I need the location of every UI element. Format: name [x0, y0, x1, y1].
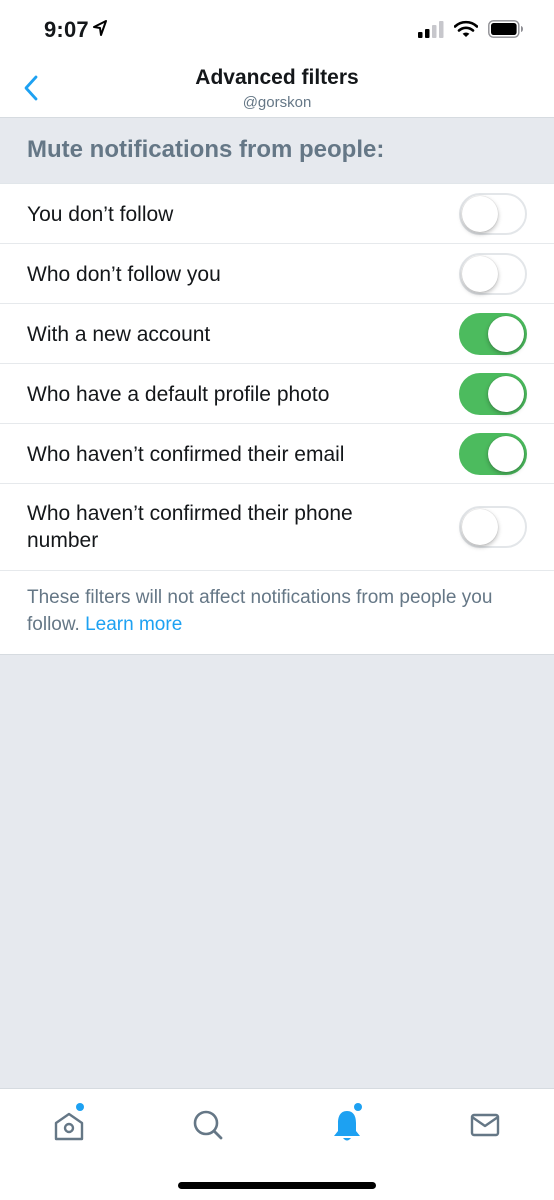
filter-row-unconfirmed-phone[interactable]: Who haven’t confirmed their phone number [0, 484, 554, 571]
filter-row-dont-follow[interactable]: You don’t follow [0, 184, 554, 244]
learn-more-link[interactable]: Learn more [85, 614, 182, 635]
filter-row-new-account[interactable]: With a new account [0, 304, 554, 364]
status-icons [418, 20, 524, 43]
toggle-knob [488, 316, 524, 352]
tab-messages[interactable] [465, 1105, 505, 1145]
bell-icon [334, 1111, 360, 1141]
page-title: Advanced filters [195, 66, 359, 89]
home-notification-dot [76, 1103, 84, 1111]
filter-label: With a new account [27, 323, 211, 346]
toggle-knob [488, 436, 524, 472]
filter-list: You don’t follow Who don’t follow you Wi… [0, 183, 554, 655]
toggle-switch[interactable] [459, 253, 527, 295]
tab-home[interactable] [49, 1103, 89, 1145]
toggle-switch[interactable] [459, 373, 527, 415]
mail-icon [470, 1113, 500, 1137]
toggle-knob [462, 256, 498, 292]
location-arrow-icon [92, 19, 108, 42]
notifications-dot [354, 1103, 362, 1111]
filter-label: Who don’t follow you [27, 263, 221, 286]
toggle-switch[interactable] [459, 506, 527, 548]
filter-label: Who haven’t confirmed their email [27, 443, 345, 466]
tab-search[interactable] [188, 1105, 228, 1145]
filter-row-default-photo[interactable]: Who have a default profile photo [0, 364, 554, 424]
status-time: 9:07 [44, 17, 89, 42]
home-icon [54, 1112, 84, 1141]
section-header: Mute notifications from people: [0, 119, 554, 183]
nav-header: Advanced filters @gorskon [0, 60, 554, 118]
page-subtitle: @gorskon [242, 94, 312, 111]
toggle-knob [462, 509, 498, 545]
cellular-signal-icon [418, 20, 444, 43]
filter-label: Who haven’t confirmed their phone number [27, 502, 353, 552]
wifi-icon [453, 20, 479, 43]
tab-notifications[interactable] [327, 1103, 367, 1145]
toggle-knob [462, 196, 498, 232]
filter-label: Who have a default profile photo [27, 383, 330, 406]
battery-icon [488, 20, 524, 43]
section-title: Mute notifications from people: [27, 136, 385, 163]
search-icon [193, 1110, 223, 1140]
filter-label: You don’t follow [27, 203, 174, 226]
toggle-switch[interactable] [459, 193, 527, 235]
home-indicator [178, 1182, 376, 1189]
status-bar: 9:07 [0, 0, 554, 60]
filter-row-dont-follow-you[interactable]: Who don’t follow you [0, 244, 554, 304]
toggle-knob [488, 376, 524, 412]
footer-note: These filters will not affect notificati… [0, 571, 554, 655]
toggle-switch[interactable] [459, 313, 527, 355]
filter-row-unconfirmed-email[interactable]: Who haven’t confirmed their email [0, 424, 554, 484]
toggle-switch[interactable] [459, 433, 527, 475]
